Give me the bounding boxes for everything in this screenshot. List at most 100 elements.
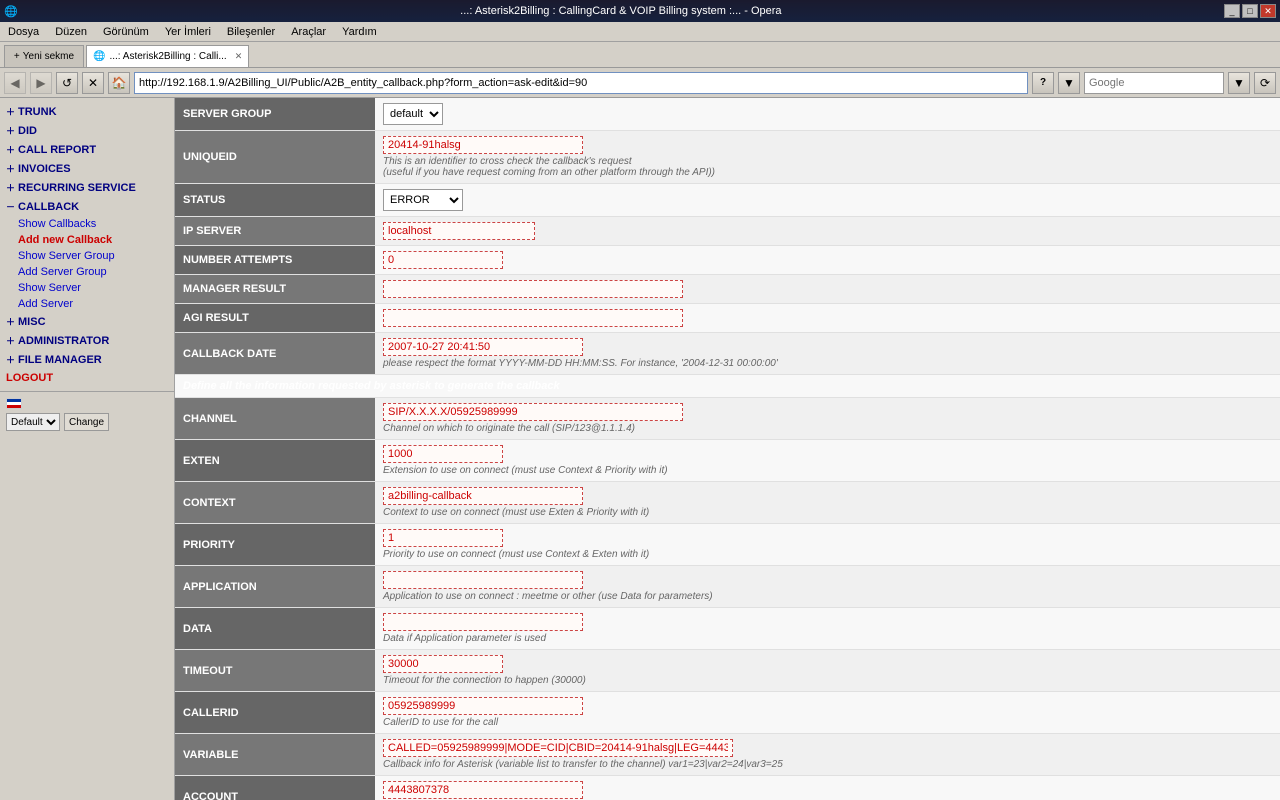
help-button[interactable]: ? [1032,72,1054,94]
sidebar-item-misc[interactable]: ＋ MISC [0,312,174,331]
context-input[interactable] [383,487,583,505]
sidebar-item-call-report[interactable]: ＋ CALL REPORT [0,140,174,159]
field-value-uniqueid: This is an identifier to cross check the… [375,131,1280,184]
expand-icon: ＋ [6,181,15,194]
sidebar-section-misc: ＋ MISC [0,312,174,331]
server-group-select[interactable]: default [383,103,443,125]
sidebar-item-add-server[interactable]: Add Server [0,296,174,312]
stop-button[interactable]: ✕ [82,72,104,94]
forward-button[interactable]: ▶ [30,72,52,94]
table-row: STATUS ERROR PENDING SUCCESS [175,184,1280,217]
manager-result-input[interactable] [383,280,683,298]
menu-dosya[interactable]: Dosya [4,25,43,39]
menu-yardim[interactable]: Yardım [338,25,381,39]
tab-close-button[interactable]: ✕ [235,51,243,62]
menu-araclar[interactable]: Araçlar [287,25,330,39]
uniqueid-input[interactable] [383,136,583,154]
field-label-status: STATUS [175,184,375,217]
sidebar-item-logout[interactable]: LOGOUT [0,369,174,387]
menu-bilesener[interactable]: Bileşenler [223,25,279,39]
callback-date-input[interactable] [383,338,583,356]
sidebar-item-did[interactable]: ＋ DID [0,121,174,140]
field-label-application: APPLICATION [175,566,375,608]
timeout-input[interactable] [383,655,503,673]
table-row: ACCOUNT Account code for the call for bi… [175,776,1280,800]
application-input[interactable] [383,571,583,589]
search-dropdown-button[interactable]: ▼ [1228,72,1250,94]
language-select[interactable]: Default [6,413,60,431]
table-row: CALLBACK DATE please respect the format … [175,333,1280,375]
sidebar-item-recurring[interactable]: ＋ RECURRING SERVICE [0,178,174,197]
variable-input[interactable] [383,739,733,757]
section-divider-row: Define all the information requested by … [175,375,1280,398]
exten-input[interactable] [383,445,503,463]
back-button[interactable]: ◀ [4,72,26,94]
number-attempts-input[interactable] [383,251,503,269]
menu-yer-imleri[interactable]: Yer İmleri [161,25,215,39]
new-tab-button[interactable]: + Yeni sekme [4,45,84,67]
sidebar-item-show-callbacks[interactable]: Show Callbacks [0,216,174,232]
table-row: AGI RESULT [175,304,1280,333]
field-value-ip-server [375,217,1280,246]
field-label-exten: EXTEN [175,440,375,482]
menu-gorunum[interactable]: Görünüm [99,25,153,39]
sidebar-label-call-report: CALL REPORT [18,144,96,156]
sidebar: ＋ TRUNK ＋ DID ＋ CALL REPORT ＋ INVOICES [0,98,175,800]
sidebar-item-invoices[interactable]: ＋ INVOICES [0,159,174,178]
field-value-status: ERROR PENDING SUCCESS [375,184,1280,217]
address-input[interactable] [134,72,1028,94]
maximize-button[interactable]: □ [1242,4,1258,18]
sidebar-section-admin: ＋ ADMINISTRATOR [0,331,174,350]
channel-input[interactable] [383,403,683,421]
minimize-button[interactable]: _ [1224,4,1240,18]
window-icon: 🌐 [4,5,18,18]
field-value-data: Data if Application parameter is used [375,608,1280,650]
field-label-variable: VARIABLE [175,734,375,776]
callerid-input[interactable] [383,697,583,715]
sidebar-item-callback[interactable]: － CALLBACK [0,197,174,216]
window-controls: _ □ ✕ [1224,4,1276,18]
field-label-ip-server: IP SERVER [175,217,375,246]
ip-server-input[interactable] [383,222,535,240]
table-row: MANAGER RESULT [175,275,1280,304]
form-table: SERVER GROUP default UNIQUEID This is an… [175,98,1280,800]
table-row: CHANNEL Channel on which to originate th… [175,398,1280,440]
table-row: PRIORITY Priority to use on connect (mus… [175,524,1280,566]
dropdown-button[interactable]: ▼ [1058,72,1080,94]
sidebar-item-admin[interactable]: ＋ ADMINISTRATOR [0,331,174,350]
field-label-uniqueid: UNIQUEID [175,131,375,184]
reload-button[interactable]: ↺ [56,72,78,94]
current-tab[interactable]: 🌐 ...: Asterisk2Billing : Calli... ✕ [86,45,249,67]
close-button[interactable]: ✕ [1260,4,1276,18]
content-area: SERVER GROUP default UNIQUEID This is an… [175,98,1280,800]
tabbar: + Yeni sekme 🌐 ...: Asterisk2Billing : C… [0,42,1280,68]
expand-icon: ＋ [6,143,15,156]
sidebar-item-show-server[interactable]: Show Server [0,280,174,296]
data-input[interactable] [383,613,583,631]
field-label-callback-date: CALLBACK DATE [175,333,375,375]
sidebar-label-callback: CALLBACK [18,201,79,213]
agi-result-input[interactable] [383,309,683,327]
sidebar-item-add-callback[interactable]: Add new Callback [0,232,174,248]
account-input[interactable] [383,781,583,799]
priority-input[interactable] [383,529,503,547]
search-input[interactable] [1084,72,1224,94]
sidebar-item-show-server-group[interactable]: Show Server Group [0,248,174,264]
table-row: UNIQUEID This is an identifier to cross … [175,131,1280,184]
table-row: TIMEOUT Timeout for the connection to ha… [175,650,1280,692]
sidebar-item-add-server-group[interactable]: Add Server Group [0,264,174,280]
field-label-context: CONTEXT [175,482,375,524]
home-button[interactable]: 🏠 [108,72,130,94]
addressbar: ◀ ▶ ↺ ✕ 🏠 ? ▼ ▼ ⟳ [0,68,1280,98]
field-label-callerid: CALLERID [175,692,375,734]
change-language-button[interactable]: Change [64,413,109,431]
sidebar-section-file-manager: ＋ FILE MANAGER [0,350,174,369]
search-go-button[interactable]: ⟳ [1254,72,1276,94]
sidebar-item-file-manager[interactable]: ＋ FILE MANAGER [0,350,174,369]
status-select[interactable]: ERROR PENDING SUCCESS [383,189,463,211]
sidebar-item-trunk[interactable]: ＋ TRUNK [0,102,174,121]
table-row: IP SERVER [175,217,1280,246]
menu-duzen[interactable]: Düzen [51,25,91,39]
tab-icon: 🌐 [93,51,105,62]
field-label-priority: PRIORITY [175,524,375,566]
